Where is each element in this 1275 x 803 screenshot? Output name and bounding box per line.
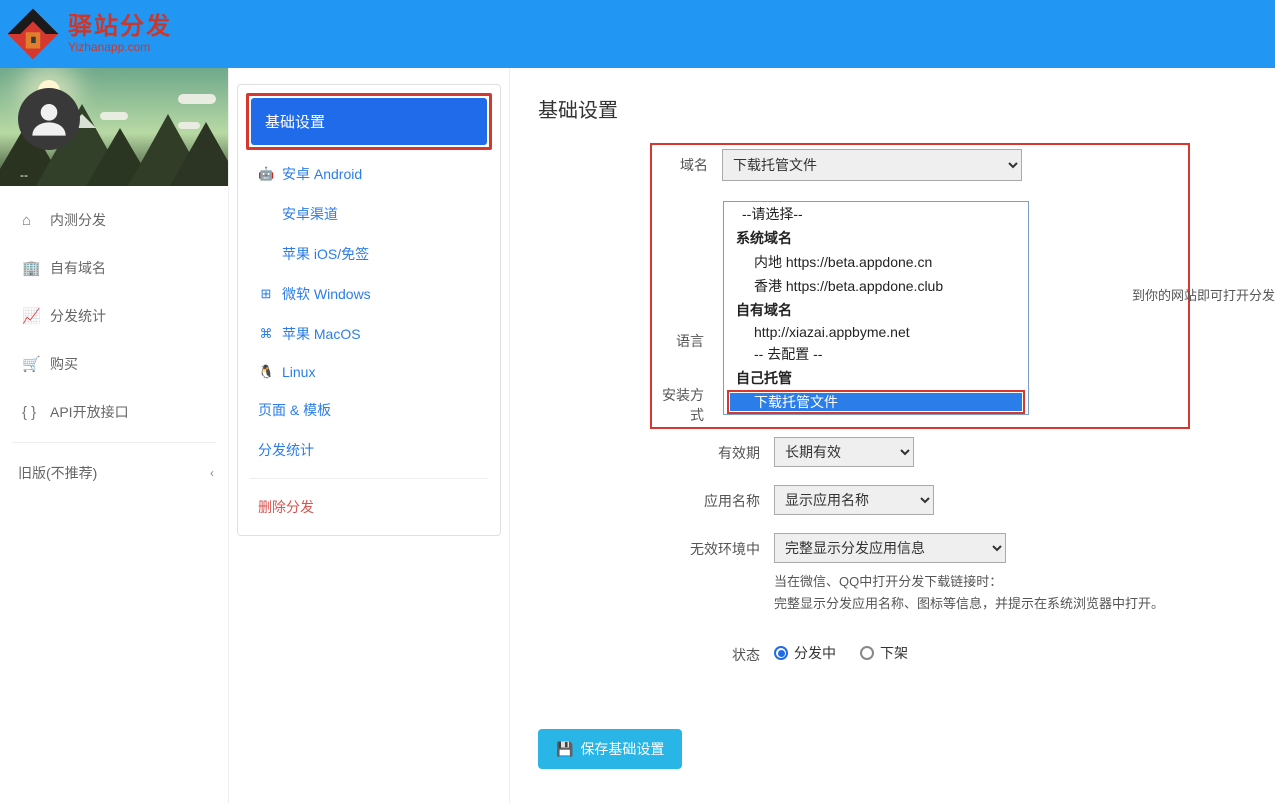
radio-on-icon [774,646,788,660]
highlight-basic-settings: 基础设置 [246,93,492,150]
sidebar: -- ⌂内测分发 🏢自有域名 📈分发统计 🛒购买 { }API开放接口 旧版(不… [0,68,229,803]
save-button[interactable]: 💾 保存基础设置 [538,729,682,769]
domain-opt-placeholder[interactable]: --请选择-- [724,202,1028,226]
sub-ios[interactable]: 苹果 iOS/免签 [246,234,492,274]
sub-macos[interactable]: ⌘苹果 MacOS [246,314,492,354]
cart-icon: 🛒 [22,355,40,373]
building-icon: 🏢 [22,259,40,277]
mac-icon: ⌘ [258,326,274,342]
sub-stats[interactable]: 分发统计 [246,430,492,470]
label-install: 安装方式 [652,379,718,425]
sub-windows[interactable]: ⊞微软 Windows [246,274,492,314]
domain-opt-own2[interactable]: -- 去配置 -- [724,342,1028,366]
android-icon: 🤖 [258,166,274,182]
invalid-env-select[interactable]: 完整显示分发应用信息 [774,533,1006,563]
domain-grp-sys: 系统域名 [724,226,1028,250]
sub-basic-settings[interactable]: 基础设置 [251,98,487,145]
highlight-domain-area: 域名 下载托管文件 --请选择-- 系统域名 内地 https://beta.a… [650,143,1190,429]
label-status: 状态 [668,639,774,665]
domain-grp-self: 自己托管 [724,366,1028,390]
sub-linux[interactable]: 🐧Linux [246,354,492,390]
env-hint1: 当在微信、QQ中打开分发下载链接时： [774,571,1164,593]
windows-icon: ⊞ [258,286,274,302]
domain-side-note: 到你的网站即可打开分发链接。 [1132,285,1275,304]
linux-icon: 🐧 [258,364,274,380]
top-bar: 驿站分发 Yizhanapp.com [0,0,1275,68]
nav-item-api[interactable]: { }API开放接口 [0,388,228,436]
domain-opt-own1[interactable]: http://xiazai.appbyme.net [724,322,1028,342]
domain-opt-sys2[interactable]: 香港 https://beta.appdone.club [724,274,1028,298]
user-dash: -- [20,168,28,182]
brand-name-cn: 驿站分发 [68,15,172,39]
label-domain: 域名 [656,149,722,181]
label-lang: 语言 [652,325,718,351]
domain-grp-own: 自有域名 [724,298,1028,322]
logo-icon [4,5,62,63]
sub-panel: 基础设置 🤖安卓 Android 安卓渠道 苹果 iOS/免签 ⊞微软 Wind… [229,68,509,803]
sub-android[interactable]: 🤖安卓 Android [246,154,492,194]
user-banner: -- [0,68,228,186]
save-icon: 💾 [556,741,573,758]
nav-item-domain[interactable]: 🏢自有域名 [0,244,228,292]
domain-select[interactable]: 下载托管文件 [722,149,1022,181]
sub-template[interactable]: 页面 & 模板 [246,390,492,430]
appname-select[interactable]: 显示应用名称 [774,485,934,515]
avatar[interactable] [18,88,80,150]
status-radio-on[interactable]: 分发中 [774,643,836,663]
nav-item-buy[interactable]: 🛒购买 [0,340,228,388]
page-title: 基础设置 [538,94,1257,123]
sub-android-channel[interactable]: 安卓渠道 [246,194,492,234]
status-radio-off[interactable]: 下架 [860,643,908,663]
label-validity: 有效期 [668,437,774,463]
domain-opt-sys1[interactable]: 内地 https://beta.appdone.cn [724,250,1028,274]
validity-select[interactable]: 长期有效 [774,437,914,467]
chevron-left-icon: ‹ [210,466,214,480]
nav-item-dist[interactable]: ⌂内测分发 [0,196,228,244]
sub-delete[interactable]: 删除分发 [246,487,492,527]
main-pane: 基础设置 域名 下载托管文件 --请选择-- 系统域名 内地 https://b… [509,68,1275,803]
brand-logo[interactable]: 驿站分发 Yizhanapp.com [0,5,172,63]
brand-name-en: Yizhanapp.com [68,41,172,53]
env-hint2: 完整显示分发应用名称、图标等信息，并提示在系统浏览器中打开。 [774,593,1164,615]
label-invalid-env: 无效环境中 [668,533,774,559]
radio-off-icon [860,646,874,660]
domain-dropdown: --请选择-- 系统域名 内地 https://beta.appdone.cn … [723,201,1029,415]
braces-icon: { } [22,404,40,421]
home-icon: ⌂ [22,212,40,229]
chart-icon: 📈 [22,307,40,325]
nav-item-stats[interactable]: 📈分发统计 [0,292,228,340]
label-appname: 应用名称 [668,485,774,511]
nav-group-old[interactable]: 旧版(不推荐)‹ [0,449,228,497]
domain-opt-self1[interactable]: 下载托管文件 [724,390,1028,414]
